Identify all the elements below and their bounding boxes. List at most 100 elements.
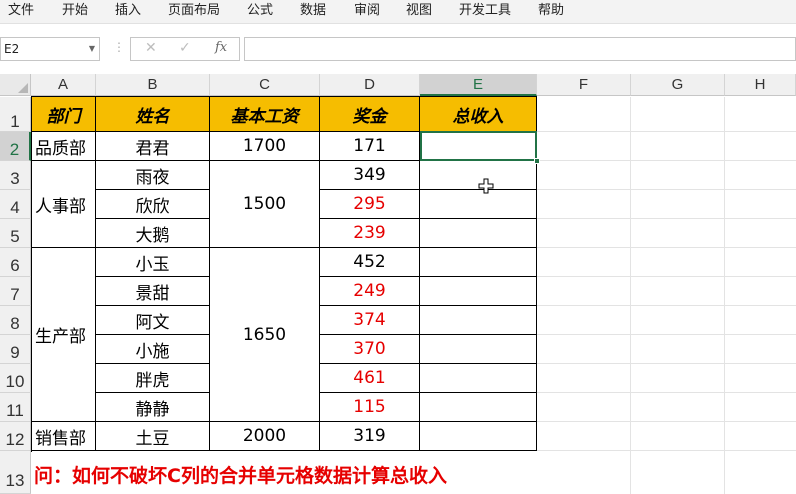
cell-bonus[interactable]: 295 — [320, 190, 420, 219]
cell-bonus[interactable]: 319 — [320, 422, 420, 451]
cell-base-salary[interactable]: 2000 — [210, 422, 320, 451]
tab-insert[interactable]: 插入 — [115, 2, 141, 20]
cell-name[interactable]: 景甜 — [96, 277, 210, 306]
cell-total-income[interactable] — [420, 277, 537, 306]
gridline — [537, 131, 796, 132]
cell-name[interactable]: 土豆 — [96, 422, 210, 451]
cell-total-income[interactable] — [420, 190, 537, 219]
cell-total-income[interactable] — [420, 219, 537, 248]
row-header-11[interactable]: 11 — [0, 393, 31, 422]
header-department[interactable]: 部门 — [32, 97, 96, 132]
gridline — [537, 276, 796, 277]
cell-name[interactable]: 小玉 — [96, 248, 210, 277]
column-header-c[interactable]: C — [210, 74, 320, 96]
gridline — [537, 450, 796, 451]
column-header-f[interactable]: F — [537, 74, 631, 96]
header-bonus[interactable]: 奖金 — [320, 97, 420, 132]
gridline — [724, 97, 725, 494]
cell-total-income[interactable] — [420, 306, 537, 335]
row-header-9[interactable]: 9 — [0, 335, 31, 364]
gridline — [537, 334, 796, 335]
cell-name[interactable]: 阿文 — [96, 306, 210, 335]
cell-total-income[interactable] — [420, 422, 537, 451]
row-header-10[interactable]: 10 — [0, 364, 31, 393]
tab-review[interactable]: 审阅 — [354, 2, 380, 20]
tab-formulas[interactable]: 公式 — [247, 2, 273, 20]
tab-developer[interactable]: 开发工具 — [459, 2, 511, 20]
cell-bonus[interactable]: 349 — [320, 161, 420, 190]
tab-data[interactable]: 数据 — [300, 2, 326, 20]
row-header-5[interactable]: 5 — [0, 219, 31, 248]
row-header-7[interactable]: 7 — [0, 277, 31, 306]
cell-bonus[interactable]: 239 — [320, 219, 420, 248]
gridline — [537, 363, 796, 364]
question-text: 问：如何不破坏C列的合并单元格数据计算总收入 — [34, 465, 447, 487]
row-header-13[interactable]: 13 — [0, 451, 31, 494]
cell-bonus[interactable]: 171 — [320, 132, 420, 161]
cell-name[interactable]: 小施 — [96, 335, 210, 364]
header-total-income[interactable]: 总收入 — [420, 97, 537, 132]
tab-page-layout[interactable]: 页面布局 — [168, 2, 220, 20]
tab-help[interactable]: 帮助 — [538, 2, 564, 20]
column-header-a[interactable]: A — [31, 74, 96, 96]
gridline — [537, 218, 796, 219]
cell-total-income[interactable] — [420, 335, 537, 364]
cell-base-salary[interactable]: 1700 — [210, 132, 320, 161]
cell-name[interactable]: 雨夜 — [96, 161, 210, 190]
column-header-g[interactable]: G — [631, 74, 725, 96]
cell-bonus[interactable]: 461 — [320, 364, 420, 393]
gridline — [537, 247, 796, 248]
cell-name[interactable]: 大鹅 — [96, 219, 210, 248]
select-all-button[interactable] — [0, 74, 31, 96]
cell-name[interactable]: 静静 — [96, 393, 210, 422]
tab-file[interactable]: 文件 — [8, 2, 34, 20]
cell-bonus[interactable]: 249 — [320, 277, 420, 306]
header-base-salary[interactable]: 基本工资 — [210, 97, 320, 132]
cell-department-hr[interactable]: 人事部 — [32, 161, 96, 248]
cell-bonus[interactable]: 370 — [320, 335, 420, 364]
column-header-b[interactable]: B — [96, 74, 210, 96]
cell-base-salary[interactable]: 1500 — [210, 161, 320, 248]
formula-input[interactable] — [244, 37, 796, 61]
column-header-h[interactable]: H — [725, 74, 796, 96]
gridline — [537, 305, 796, 306]
check-icon[interactable]: ✓ — [179, 40, 191, 56]
cell-name[interactable]: 胖虎 — [96, 364, 210, 393]
name-box[interactable]: E2 ▼ — [0, 37, 100, 61]
ribbon-tab-bar: 文件 开始 插入 页面布局 公式 数据 审阅 视图 开发工具 帮助 — [0, 0, 796, 24]
cell-department-sales[interactable]: 销售部 — [32, 422, 96, 451]
cell-department-quality[interactable]: 品质部 — [32, 132, 96, 161]
formula-bar: E2 ▼ ⋮ ✕ ✓ fx — [0, 24, 796, 74]
formula-bar-separator: ⋮ — [113, 40, 125, 54]
column-header-e[interactable]: E — [420, 74, 537, 96]
row-header-6[interactable]: 6 — [0, 248, 31, 277]
gridline — [537, 392, 796, 393]
cell-department-production[interactable]: 生产部 — [32, 248, 96, 422]
gridline — [537, 160, 796, 161]
cell-base-salary[interactable]: 1650 — [210, 248, 320, 422]
row-header-12[interactable]: 12 — [0, 422, 31, 451]
gridline — [630, 97, 631, 494]
tab-view[interactable]: 视图 — [406, 2, 432, 20]
row-header-3[interactable]: 3 — [0, 161, 31, 190]
row-header-4[interactable]: 4 — [0, 190, 31, 219]
cell-total-income[interactable] — [420, 393, 537, 422]
cell-bonus[interactable]: 452 — [320, 248, 420, 277]
fill-handle[interactable] — [534, 158, 540, 164]
cell-name[interactable]: 君君 — [96, 132, 210, 161]
cell-name[interactable]: 欣欣 — [96, 190, 210, 219]
cell-bonus[interactable]: 374 — [320, 306, 420, 335]
tab-home[interactable]: 开始 — [62, 2, 88, 20]
gridline — [537, 421, 796, 422]
chevron-down-icon[interactable]: ▼ — [89, 38, 95, 60]
row-header-2[interactable]: 2 — [0, 132, 31, 161]
column-header-d[interactable]: D — [320, 74, 420, 96]
insert-function-icon[interactable]: fx — [215, 40, 227, 55]
cell-total-income[interactable] — [420, 364, 537, 393]
cell-total-income[interactable] — [420, 248, 537, 277]
cell-bonus[interactable]: 115 — [320, 393, 420, 422]
row-header-8[interactable]: 8 — [0, 306, 31, 335]
cancel-icon[interactable]: ✕ — [145, 40, 157, 56]
header-name[interactable]: 姓名 — [96, 97, 210, 132]
row-header-1[interactable]: 1 — [0, 97, 31, 132]
